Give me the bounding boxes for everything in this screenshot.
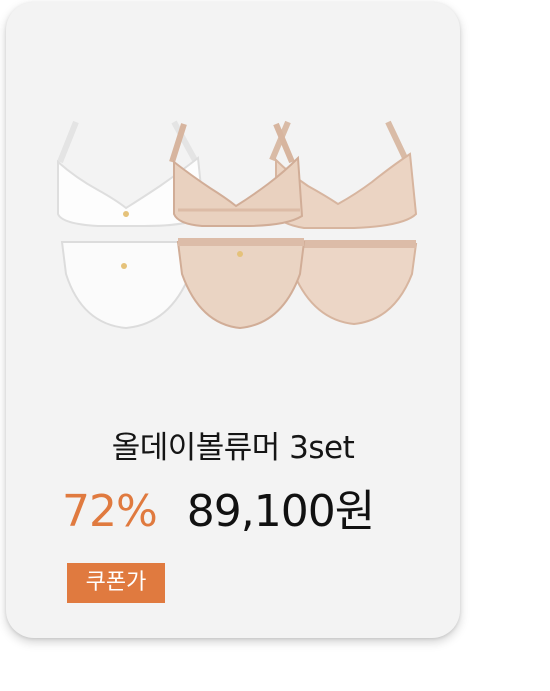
product-title[interactable]: 올데이볼류머 3set (6, 422, 460, 467)
price-row: 72% 89,100원 (62, 490, 375, 534)
beige-set-back (269, 120, 418, 326)
product-image (57, 120, 418, 330)
sale-price: 89,100원 (186, 486, 375, 537)
white-set (57, 120, 206, 330)
coupon-price-badge: 쿠폰가 (67, 563, 165, 603)
discount-rate: 72% (62, 486, 158, 537)
product-card[interactable]: 올데이볼류머 3set 72% 89,100원 쿠폰가 (6, 2, 460, 638)
